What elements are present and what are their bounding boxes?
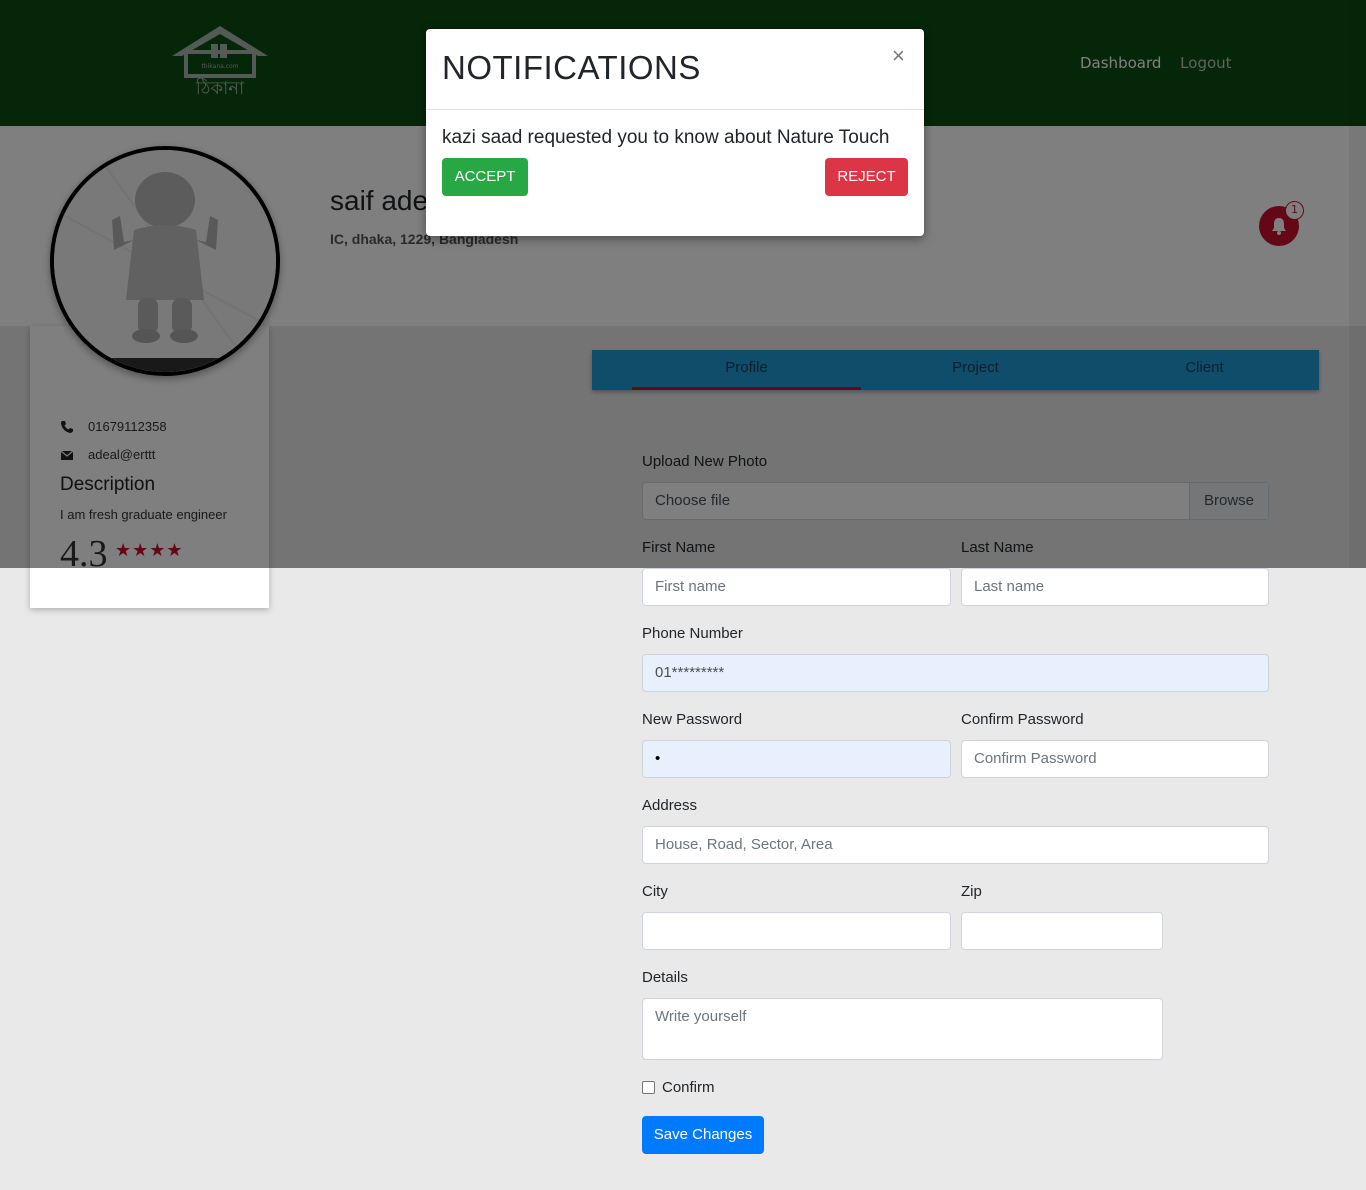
- modal-divider: [426, 109, 924, 110]
- reject-button[interactable]: REJECT: [825, 158, 908, 196]
- details-label: Details: [642, 969, 688, 986]
- new-password-input[interactable]: •: [642, 740, 951, 778]
- city-input[interactable]: [642, 912, 951, 950]
- modal-title: NOTIFICATIONS: [442, 49, 701, 86]
- confirm-label: Confirm: [662, 1079, 715, 1096]
- notification-message: kazi saad requested you to know about Na…: [442, 127, 890, 148]
- notifications-modal: NOTIFICATIONS × kazi saad requested you …: [426, 29, 924, 236]
- city-label: City: [642, 883, 668, 900]
- confirm-checkbox[interactable]: [642, 1081, 655, 1094]
- page-scrollbar[interactable]: [1349, 0, 1366, 568]
- close-icon[interactable]: ×: [892, 43, 905, 69]
- zip-input[interactable]: [961, 912, 1163, 950]
- last-name-input[interactable]: Last name: [961, 568, 1269, 606]
- accept-button[interactable]: ACCEPT: [442, 158, 528, 196]
- phone-label: Phone Number: [642, 625, 743, 642]
- address-label: Address: [642, 797, 698, 814]
- confirm-password-input[interactable]: Confirm Password: [961, 740, 1269, 778]
- address-input[interactable]: House, Road, Sector, Area: [642, 826, 1269, 864]
- first-name-input[interactable]: First name: [642, 568, 951, 606]
- save-changes-button[interactable]: Save Changes: [642, 1116, 764, 1154]
- details-textarea[interactable]: Write yourself: [642, 998, 1163, 1060]
- phone-input[interactable]: 01*********: [642, 654, 1269, 692]
- zip-label: Zip: [961, 883, 982, 900]
- confirm-password-label: Confirm Password: [961, 711, 1084, 728]
- new-password-label: New Password: [642, 711, 743, 728]
